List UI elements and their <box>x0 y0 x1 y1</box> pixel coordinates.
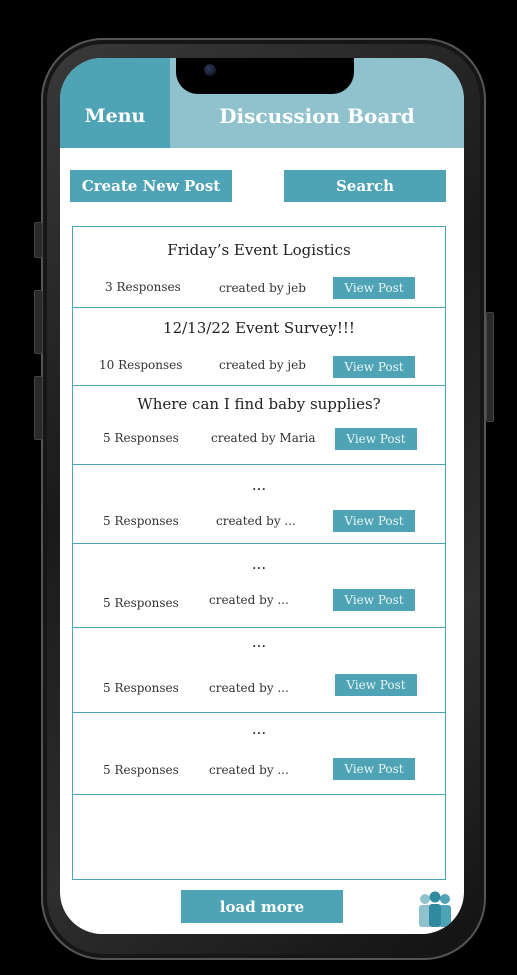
view-post-button[interactable]: View Post <box>333 758 415 780</box>
volume-up-button <box>34 290 43 354</box>
app-screen: Menu Discussion Board Create New Post Se… <box>60 58 464 934</box>
list-item: ... 5 Responses created by ... View Post <box>73 543 445 628</box>
list-item: ... 5 Responses created by ... View Post <box>73 464 445 544</box>
post-author: created by ... <box>209 593 289 607</box>
post-title: ... <box>251 555 267 573</box>
front-camera <box>204 64 216 76</box>
list-item: Where can I find baby supplies? 5 Respon… <box>73 385 445 465</box>
search-button[interactable]: Search <box>284 170 446 202</box>
post-author: created by ... <box>216 514 296 528</box>
mute-switch <box>34 222 43 258</box>
post-title: Where can I find baby supplies? <box>137 395 381 413</box>
post-author: created by Maria <box>211 431 316 445</box>
volume-down-button <box>34 376 43 440</box>
view-post-button[interactable]: View Post <box>333 589 415 611</box>
menu-button[interactable]: Menu <box>60 58 170 148</box>
post-title: ... <box>251 720 267 738</box>
load-more-button[interactable]: load more <box>181 890 343 923</box>
response-count: 5 Responses <box>103 681 179 695</box>
post-title: ... <box>251 476 267 494</box>
users-icon[interactable] <box>416 891 454 927</box>
post-author: created by ... <box>209 681 289 695</box>
view-post-button[interactable]: View Post <box>333 277 415 299</box>
list-item: 12/13/22 Event Survey!!! 10 Responses cr… <box>73 307 445 386</box>
response-count: 5 Responses <box>103 514 179 528</box>
response-count: 5 Responses <box>103 431 179 445</box>
notch <box>176 58 354 94</box>
list-item: ... 5 Responses created by ... View Post <box>73 712 445 795</box>
list-item: Friday’s Event Logistics 3 Responses cre… <box>73 227 445 308</box>
list-item: ... 5 Responses created by ... View Post <box>73 627 445 713</box>
post-title: 12/13/22 Event Survey!!! <box>163 319 355 337</box>
create-post-button[interactable]: Create New Post <box>70 170 232 202</box>
response-count: 5 Responses <box>103 596 179 610</box>
post-author: created by jeb <box>219 281 306 295</box>
post-list: Friday’s Event Logistics 3 Responses cre… <box>72 226 446 880</box>
post-title: ... <box>251 633 267 651</box>
response-count: 5 Responses <box>103 763 179 777</box>
view-post-button[interactable]: View Post <box>333 356 415 378</box>
view-post-button[interactable]: View Post <box>335 428 417 450</box>
post-title: Friday’s Event Logistics <box>167 241 351 259</box>
view-post-button[interactable]: View Post <box>333 510 415 532</box>
response-count: 3 Responses <box>105 280 181 294</box>
view-post-button[interactable]: View Post <box>335 674 417 696</box>
post-author: created by jeb <box>219 358 306 372</box>
power-button <box>486 312 494 422</box>
response-count: 10 Responses <box>99 358 183 372</box>
post-author: created by ... <box>209 763 289 777</box>
